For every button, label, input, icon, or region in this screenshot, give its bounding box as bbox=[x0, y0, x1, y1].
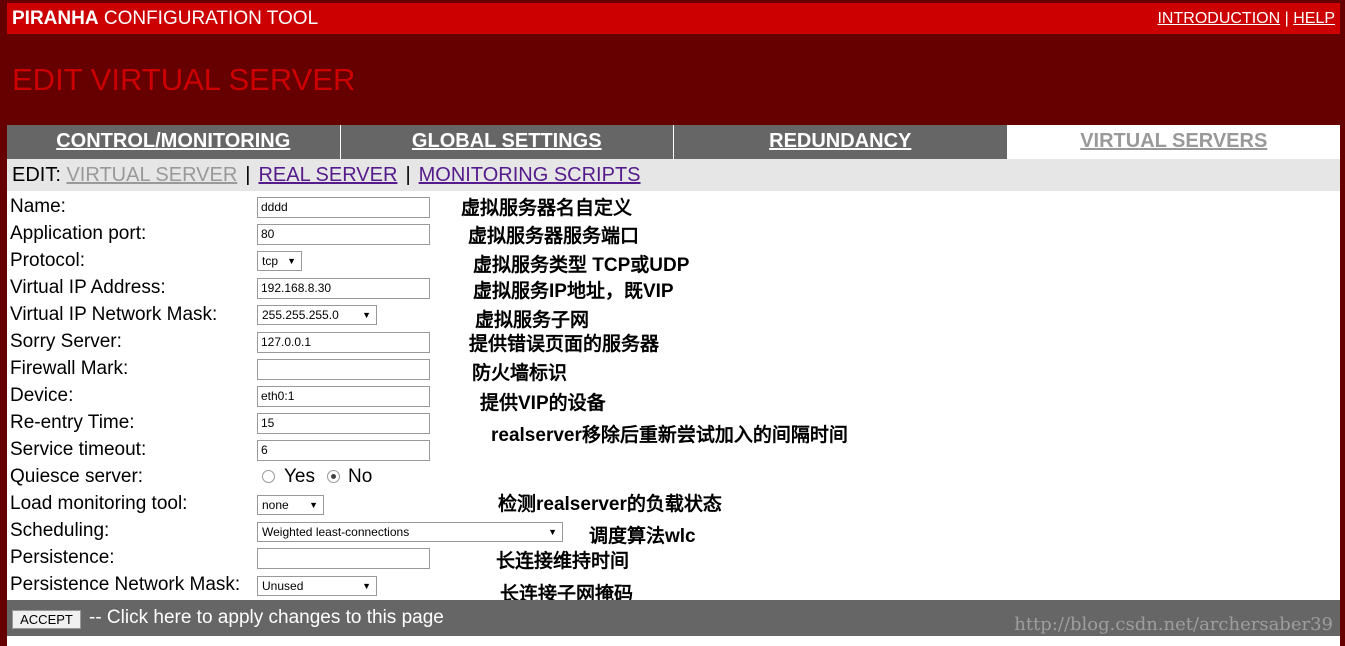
annotation-port: 虚拟服务器服务端口 bbox=[468, 226, 640, 247]
reentry-time-label: Re-entry Time: bbox=[10, 412, 135, 433]
top-bar: PIRANHA CONFIGURATION TOOL INTRODUCTION … bbox=[7, 3, 1340, 34]
persistence-label: Persistence: bbox=[10, 547, 115, 568]
page-heading: EDIT VIRTUAL SERVER bbox=[12, 62, 356, 97]
device-label: Device: bbox=[10, 385, 74, 406]
subnav-real-server[interactable]: REAL SERVER bbox=[258, 164, 397, 186]
sorry-server-field[interactable]: 127.0.0.1 bbox=[257, 332, 430, 353]
edit-subnav: EDIT: VIRTUAL SERVER | REAL SERVER | MONITOR… bbox=[7, 159, 1340, 191]
app-title: PIRANHA CONFIGURATION TOOL bbox=[12, 8, 318, 30]
chevron-down-icon: ▼ bbox=[362, 310, 371, 320]
reentry-time-field[interactable]: 15 bbox=[257, 413, 430, 434]
app-port-label: Application port: bbox=[10, 223, 147, 244]
protocol-value: tcp bbox=[262, 254, 279, 268]
annotation-mask: 虚拟服务子网 bbox=[475, 310, 590, 331]
annotation-persistence: 长连接维持时间 bbox=[496, 551, 630, 572]
link-separator: | bbox=[1284, 10, 1289, 27]
load-monitor-select[interactable]: none ▼ bbox=[257, 495, 324, 515]
annotation-reentry: realserver移除后重新尝试加入的间隔时间 bbox=[491, 425, 848, 446]
quiesce-yes-label: Yes bbox=[284, 466, 315, 487]
tab-redundancy[interactable]: REDUNDANCY bbox=[674, 125, 1008, 159]
subnav-prefix: EDIT: bbox=[12, 164, 61, 186]
name-field[interactable]: dddd bbox=[257, 197, 430, 218]
chevron-down-icon: ▼ bbox=[362, 581, 371, 591]
vip-mask-value: 255.255.255.0 bbox=[262, 308, 339, 322]
app-port-field[interactable]: 80 bbox=[257, 224, 430, 245]
vip-field[interactable]: 192.168.8.30 bbox=[257, 278, 430, 299]
accept-button[interactable]: ACCEPT bbox=[12, 610, 81, 629]
annotation-vip: 虚拟服务IP地址，既VIP bbox=[473, 281, 674, 302]
app-title-bold: PIRANHA bbox=[12, 8, 99, 29]
quiesce-no-label: No bbox=[348, 466, 373, 487]
service-timeout-label: Service timeout: bbox=[10, 439, 147, 460]
annotation-device: 提供VIP的设备 bbox=[480, 393, 606, 414]
scheduling-select[interactable]: Weighted least-connections ▼ bbox=[257, 522, 563, 542]
service-timeout-field[interactable]: 6 bbox=[257, 440, 430, 461]
protocol-label: Protocol: bbox=[10, 250, 85, 271]
persistence-field[interactable] bbox=[257, 548, 430, 569]
tab-bar: CONTROL/MONITORING GLOBAL SETTINGS REDUN… bbox=[7, 125, 1340, 159]
quiesce-yes-radio[interactable] bbox=[262, 470, 275, 483]
tab-virtual-servers[interactable]: VIRTUAL SERVERS bbox=[1007, 125, 1340, 159]
load-monitor-value: none bbox=[262, 498, 289, 512]
tab-global-settings[interactable]: GLOBAL SETTINGS bbox=[340, 125, 674, 159]
persistence-mask-label: Persistence Network Mask: bbox=[10, 574, 241, 595]
top-links: INTRODUCTION | HELP bbox=[1157, 10, 1335, 28]
firewall-mark-field[interactable] bbox=[257, 359, 430, 380]
chevron-down-icon: ▼ bbox=[309, 500, 318, 510]
firewall-mark-label: Firewall Mark: bbox=[10, 358, 129, 379]
subnav-separator: | bbox=[245, 164, 251, 186]
annotation-scheduling: 调度算法wlc bbox=[589, 526, 696, 547]
subnav-virtual-server[interactable]: VIRTUAL SERVER bbox=[66, 164, 237, 186]
scheduling-value: Weighted least-connections bbox=[262, 525, 410, 539]
annotation-name: 虚拟服务器名自定义 bbox=[461, 198, 633, 219]
annotation-protocol: 虚拟服务类型 TCP或UDP bbox=[473, 255, 690, 276]
name-label: Name: bbox=[10, 196, 66, 217]
chevron-down-icon: ▼ bbox=[548, 527, 557, 537]
vip-mask-label: Virtual IP Network Mask: bbox=[10, 304, 218, 325]
introduction-link[interactable]: INTRODUCTION bbox=[1157, 10, 1280, 27]
vip-mask-select[interactable]: 255.255.255.0 ▼ bbox=[257, 305, 377, 325]
sorry-server-label: Sorry Server: bbox=[10, 331, 122, 352]
help-link[interactable]: HELP bbox=[1293, 10, 1335, 27]
device-field[interactable]: eth0:1 bbox=[257, 386, 430, 407]
vip-label: Virtual IP Address: bbox=[10, 277, 166, 298]
scheduling-label: Scheduling: bbox=[10, 520, 110, 541]
tab-control-monitoring[interactable]: CONTROL/MONITORING bbox=[7, 125, 341, 159]
main-panel: CONTROL/MONITORING GLOBAL SETTINGS REDUN… bbox=[7, 125, 1340, 646]
persistence-mask-value: Unused bbox=[262, 579, 304, 593]
annotation-load: 检测realserver的负载状态 bbox=[498, 494, 722, 515]
persistence-mask-select[interactable]: Unused ▼ bbox=[257, 576, 377, 596]
subnav-separator: | bbox=[405, 164, 411, 186]
quiesce-no-radio[interactable] bbox=[327, 470, 340, 483]
annotation-firewall: 防火墙标识 bbox=[472, 363, 568, 384]
annotation-sorry: 提供错误页面的服务器 bbox=[469, 334, 660, 355]
accept-hint: -- Click here to apply changes to this p… bbox=[89, 607, 444, 628]
app-title-rest: CONFIGURATION TOOL bbox=[103, 8, 319, 29]
protocol-select[interactable]: tcp ▼ bbox=[257, 251, 302, 271]
subnav-monitoring-scripts[interactable]: MONITORING SCRIPTS bbox=[419, 164, 641, 186]
load-monitor-label: Load monitoring tool: bbox=[10, 493, 188, 514]
watermark: http://blog.csdn.net/archersaber39 bbox=[1014, 614, 1333, 635]
quiesce-label: Quiesce server: bbox=[10, 466, 144, 487]
chevron-down-icon: ▼ bbox=[287, 256, 296, 266]
